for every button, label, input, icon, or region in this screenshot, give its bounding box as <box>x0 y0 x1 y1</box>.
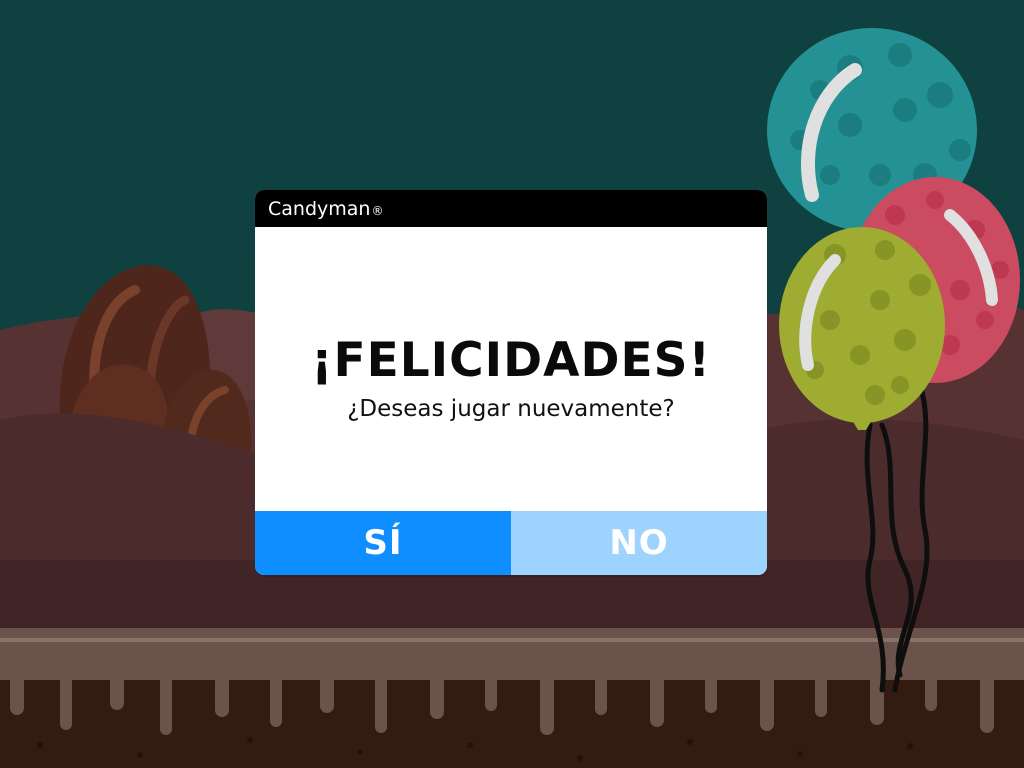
dialog-body: ¡FELICIDADES! ¿Deseas jugar nuevamente? <box>255 227 767 511</box>
dialog-title: Candyman <box>268 197 371 220</box>
registered-mark: ® <box>371 203 384 218</box>
congratulations-headline: ¡FELICIDADES! <box>311 332 711 388</box>
play-again-question: ¿Deseas jugar nuevamente? <box>347 395 675 422</box>
yes-button[interactable]: SÍ <box>255 511 511 575</box>
dialog-actions: SÍ NO <box>255 511 767 575</box>
game-over-dialog: Candyman ® ¡FELICIDADES! ¿Deseas jugar nu… <box>255 190 767 575</box>
dialog-titlebar: Candyman ® <box>255 190 767 227</box>
no-button[interactable]: NO <box>511 511 767 575</box>
